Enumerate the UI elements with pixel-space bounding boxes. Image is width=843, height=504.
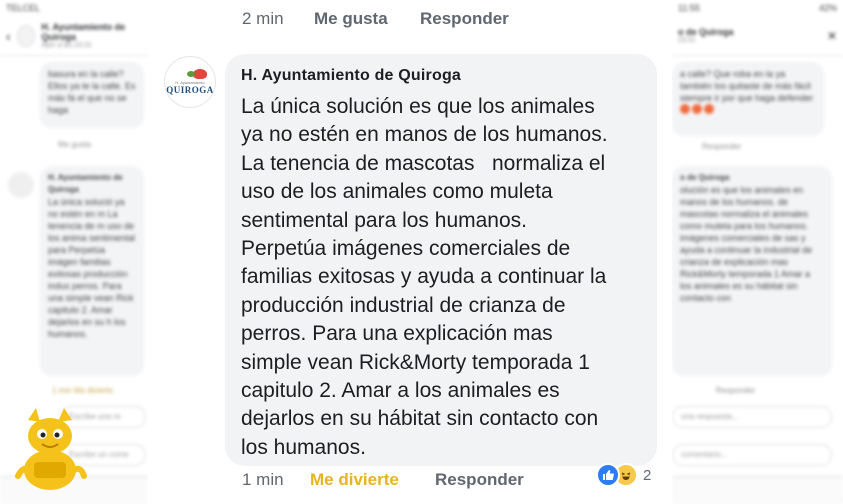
comment-text: La única solució ya no estén en m La ten…: [48, 197, 136, 339]
status-bar: 11:55 42%: [672, 0, 843, 16]
comment-line: Perpetúa imágenes comerciales de: [241, 237, 571, 261]
back-arrow-icon[interactable]: ‹: [6, 28, 11, 44]
comment-line: simple vean Rick&Morty temporada 1: [241, 350, 590, 374]
comment-bubble: H. Ayuntamiento de Quiroga La única solu…: [225, 54, 657, 466]
comment-actions: 1 min Me divierte Responder: [242, 470, 524, 490]
reply-input[interactable]: una respuesta...: [672, 406, 832, 428]
battery-label: 42%: [818, 3, 837, 13]
reaction-summary[interactable]: 2: [596, 462, 651, 488]
like-link[interactable]: Me gusta: [58, 140, 91, 149]
comment-bubble: H. Ayuntamiento de Quiroga La única solu…: [40, 166, 144, 376]
avatar-brand: QUIROGA: [166, 85, 214, 95]
angry-emoji-icons: [680, 104, 816, 117]
commenter-avatar: [8, 172, 34, 198]
logo-leaf-icon: [187, 69, 207, 79]
comment-line: La única solución es que los animales: [241, 95, 595, 118]
comment-line: perros. Para una explicación mas: [241, 322, 553, 346]
status-bar: TELCEL: [0, 0, 148, 16]
comment-line: producción industrial de crianza de: [241, 293, 566, 317]
status-time: 11:55: [678, 3, 700, 13]
tab-bar: [672, 476, 843, 504]
reply-button[interactable]: Responder: [420, 9, 509, 29]
background-screenshot-right: 11:55 42% o de Quiroga 23:31 ✕ a calle? …: [672, 0, 843, 504]
comment-line: ya no estén en manos de los humanos.: [241, 123, 608, 147]
comment-bubble: a calle? Que roba en la ya también los q…: [672, 62, 824, 136]
comment-line: sentimental para los humanos.: [241, 208, 527, 232]
comment-bubble: o de Quiroga olución es que los animales…: [672, 166, 832, 376]
comment-line: La tenencia de mascotas normaliza el: [241, 151, 606, 175]
close-icon[interactable]: ✕: [827, 29, 837, 43]
reaction-count: 2: [643, 466, 652, 484]
reaction-link[interactable]: 1 min Me divierte: [52, 386, 113, 395]
comment-timestamp: 1 min: [242, 470, 284, 489]
comment-text: a calle? Que roba en la ya también los q…: [680, 69, 814, 103]
post-timestamp: 23:31: [678, 37, 696, 44]
comment-line: los humanos.: [241, 435, 366, 459]
reaction-button[interactable]: Me divierte: [310, 470, 435, 490]
comment-author[interactable]: H. Ayuntamiento de Quiroga: [241, 66, 641, 86]
comment-text: La única solución es que los animales ya…: [241, 93, 641, 462]
page-name: H. Ayuntamiento de Quiroga: [41, 22, 126, 42]
carrier-label: TELCEL: [6, 3, 41, 13]
post-timestamp: Ayer a las 23:31: [41, 42, 92, 49]
reply-button[interactable]: Responder: [435, 470, 524, 490]
page-avatar[interactable]: H. Ayuntamiento QUIROGA: [164, 56, 216, 108]
page-avatar: [16, 24, 36, 47]
comment-input[interactable]: comentario...: [672, 444, 832, 466]
comment-timestamp: 2 min: [242, 9, 284, 28]
comment-author: o de Quiroga: [680, 173, 730, 182]
post-header: o de Quiroga 23:31 ✕: [672, 16, 843, 56]
focused-comment-panel: 2 min Me gusta Responder H. Ayuntamiento…: [148, 0, 672, 504]
comment-text: olución es que los animales en manos de …: [680, 185, 813, 303]
previous-comment-actions: 2 min Me gusta Responder: [242, 9, 509, 29]
like-button[interactable]: Me gusta: [314, 9, 420, 29]
reply-link[interactable]: Responder: [716, 386, 755, 395]
comment-line: capitulo 2. Amar a los animales es: [241, 379, 560, 403]
reply-link[interactable]: Responder: [702, 142, 741, 151]
comment-bubble: basura en la calle? Ellos ya te la calle…: [40, 62, 144, 128]
comment-line: uso de los animales como muleta: [241, 180, 553, 204]
page-name: o de Quiroga: [678, 27, 734, 37]
thumbs-up-icon: [596, 463, 620, 487]
mascot-watermark-logo: [15, 408, 87, 490]
comment-line: dejarlos en su hábitat sin contacto con: [241, 407, 599, 431]
comment-author: H. Ayuntamiento de Quiroga: [48, 173, 123, 194]
comment-line: familias exitosas y ayuda a continuar la: [241, 265, 607, 289]
post-header: ‹ H. Ayuntamiento de Quiroga Ayer a las …: [0, 16, 148, 56]
